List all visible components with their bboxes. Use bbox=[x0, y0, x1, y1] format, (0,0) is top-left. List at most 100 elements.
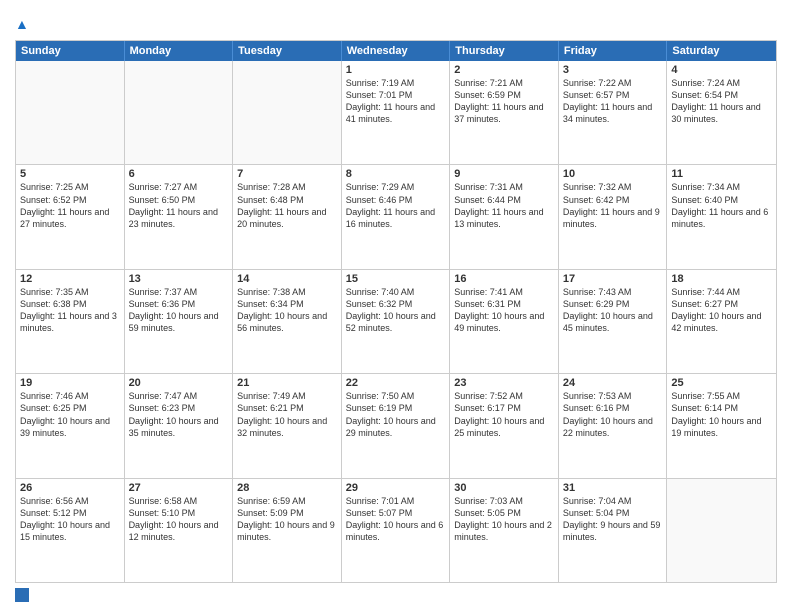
calendar-week-5: 26Sunrise: 6:56 AMSunset: 5:12 PMDayligh… bbox=[16, 479, 776, 582]
cell-info: Sunrise: 7:19 AMSunset: 7:01 PMDaylight:… bbox=[346, 77, 446, 126]
day-number: 10 bbox=[563, 168, 663, 180]
calendar-cell: 10Sunrise: 7:32 AMSunset: 6:42 PMDayligh… bbox=[559, 165, 668, 268]
cell-info: Sunrise: 7:55 AMSunset: 6:14 PMDaylight:… bbox=[671, 390, 772, 439]
cell-info: Sunrise: 7:04 AMSunset: 5:04 PMDaylight:… bbox=[563, 495, 663, 544]
cell-info: Sunrise: 6:56 AMSunset: 5:12 PMDaylight:… bbox=[20, 495, 120, 544]
logo-triangle-icon: ▲ bbox=[15, 16, 29, 32]
day-number: 22 bbox=[346, 377, 446, 389]
calendar-cell: 15Sunrise: 7:40 AMSunset: 6:32 PMDayligh… bbox=[342, 270, 451, 373]
cell-info: Sunrise: 7:28 AMSunset: 6:48 PMDaylight:… bbox=[237, 181, 337, 230]
day-number: 15 bbox=[346, 273, 446, 285]
calendar-cell: 23Sunrise: 7:52 AMSunset: 6:17 PMDayligh… bbox=[450, 374, 559, 477]
cell-info: Sunrise: 7:25 AMSunset: 6:52 PMDaylight:… bbox=[20, 181, 120, 230]
day-header-tuesday: Tuesday bbox=[233, 41, 342, 61]
day-number: 26 bbox=[20, 482, 120, 494]
cell-info: Sunrise: 7:35 AMSunset: 6:38 PMDaylight:… bbox=[20, 286, 120, 335]
cell-info: Sunrise: 7:32 AMSunset: 6:42 PMDaylight:… bbox=[563, 181, 663, 230]
cell-info: Sunrise: 7:24 AMSunset: 6:54 PMDaylight:… bbox=[671, 77, 772, 126]
day-number: 19 bbox=[20, 377, 120, 389]
cell-info: Sunrise: 7:31 AMSunset: 6:44 PMDaylight:… bbox=[454, 181, 554, 230]
calendar-cell: 30Sunrise: 7:03 AMSunset: 5:05 PMDayligh… bbox=[450, 479, 559, 582]
day-number: 30 bbox=[454, 482, 554, 494]
cell-info: Sunrise: 7:47 AMSunset: 6:23 PMDaylight:… bbox=[129, 390, 229, 439]
cell-info: Sunrise: 7:38 AMSunset: 6:34 PMDaylight:… bbox=[237, 286, 337, 335]
day-header-wednesday: Wednesday bbox=[342, 41, 451, 61]
day-number: 23 bbox=[454, 377, 554, 389]
day-number: 8 bbox=[346, 168, 446, 180]
cell-info: Sunrise: 6:58 AMSunset: 5:10 PMDaylight:… bbox=[129, 495, 229, 544]
cell-info: Sunrise: 7:43 AMSunset: 6:29 PMDaylight:… bbox=[563, 286, 663, 335]
day-number: 16 bbox=[454, 273, 554, 285]
calendar-cell: 13Sunrise: 7:37 AMSunset: 6:36 PMDayligh… bbox=[125, 270, 234, 373]
calendar-cell: 21Sunrise: 7:49 AMSunset: 6:21 PMDayligh… bbox=[233, 374, 342, 477]
header: ▲ bbox=[15, 10, 777, 34]
day-number: 21 bbox=[237, 377, 337, 389]
calendar-cell bbox=[667, 479, 776, 582]
calendar-cell: 6Sunrise: 7:27 AMSunset: 6:50 PMDaylight… bbox=[125, 165, 234, 268]
calendar-body: 1Sunrise: 7:19 AMSunset: 7:01 PMDaylight… bbox=[16, 61, 776, 582]
calendar-cell: 31Sunrise: 7:04 AMSunset: 5:04 PMDayligh… bbox=[559, 479, 668, 582]
cell-info: Sunrise: 7:40 AMSunset: 6:32 PMDaylight:… bbox=[346, 286, 446, 335]
cell-info: Sunrise: 7:50 AMSunset: 6:19 PMDaylight:… bbox=[346, 390, 446, 439]
cell-info: Sunrise: 7:37 AMSunset: 6:36 PMDaylight:… bbox=[129, 286, 229, 335]
day-number: 3 bbox=[563, 64, 663, 76]
day-number: 4 bbox=[671, 64, 772, 76]
day-number: 6 bbox=[129, 168, 229, 180]
day-number: 11 bbox=[671, 168, 772, 180]
day-number: 24 bbox=[563, 377, 663, 389]
cell-info: Sunrise: 7:03 AMSunset: 5:05 PMDaylight:… bbox=[454, 495, 554, 544]
cell-info: Sunrise: 7:53 AMSunset: 6:16 PMDaylight:… bbox=[563, 390, 663, 439]
day-number: 12 bbox=[20, 273, 120, 285]
day-header-monday: Monday bbox=[125, 41, 234, 61]
day-number: 1 bbox=[346, 64, 446, 76]
day-header-saturday: Saturday bbox=[667, 41, 776, 61]
day-number: 28 bbox=[237, 482, 337, 494]
day-number: 9 bbox=[454, 168, 554, 180]
calendar-cell: 11Sunrise: 7:34 AMSunset: 6:40 PMDayligh… bbox=[667, 165, 776, 268]
cell-info: Sunrise: 7:22 AMSunset: 6:57 PMDaylight:… bbox=[563, 77, 663, 126]
cell-info: Sunrise: 7:21 AMSunset: 6:59 PMDaylight:… bbox=[454, 77, 554, 126]
calendar-cell: 16Sunrise: 7:41 AMSunset: 6:31 PMDayligh… bbox=[450, 270, 559, 373]
calendar-week-2: 5Sunrise: 7:25 AMSunset: 6:52 PMDaylight… bbox=[16, 165, 776, 269]
calendar-cell: 25Sunrise: 7:55 AMSunset: 6:14 PMDayligh… bbox=[667, 374, 776, 477]
cell-info: Sunrise: 7:46 AMSunset: 6:25 PMDaylight:… bbox=[20, 390, 120, 439]
calendar-cell: 8Sunrise: 7:29 AMSunset: 6:46 PMDaylight… bbox=[342, 165, 451, 268]
day-number: 29 bbox=[346, 482, 446, 494]
calendar-cell: 26Sunrise: 6:56 AMSunset: 5:12 PMDayligh… bbox=[16, 479, 125, 582]
cell-info: Sunrise: 7:27 AMSunset: 6:50 PMDaylight:… bbox=[129, 181, 229, 230]
cell-info: Sunrise: 7:41 AMSunset: 6:31 PMDaylight:… bbox=[454, 286, 554, 335]
calendar-cell: 29Sunrise: 7:01 AMSunset: 5:07 PMDayligh… bbox=[342, 479, 451, 582]
page: ▲ SundayMondayTuesdayWednesdayThursdayFr… bbox=[0, 0, 792, 612]
footer bbox=[15, 588, 777, 602]
calendar-cell: 5Sunrise: 7:25 AMSunset: 6:52 PMDaylight… bbox=[16, 165, 125, 268]
cell-info: Sunrise: 7:44 AMSunset: 6:27 PMDaylight:… bbox=[671, 286, 772, 335]
calendar-cell: 12Sunrise: 7:35 AMSunset: 6:38 PMDayligh… bbox=[16, 270, 125, 373]
calendar-header: SundayMondayTuesdayWednesdayThursdayFrid… bbox=[16, 41, 776, 61]
day-number: 20 bbox=[129, 377, 229, 389]
calendar-week-4: 19Sunrise: 7:46 AMSunset: 6:25 PMDayligh… bbox=[16, 374, 776, 478]
calendar-cell bbox=[125, 61, 234, 164]
calendar-cell: 2Sunrise: 7:21 AMSunset: 6:59 PMDaylight… bbox=[450, 61, 559, 164]
cell-info: Sunrise: 7:29 AMSunset: 6:46 PMDaylight:… bbox=[346, 181, 446, 230]
day-header-sunday: Sunday bbox=[16, 41, 125, 61]
day-number: 31 bbox=[563, 482, 663, 494]
calendar-cell: 20Sunrise: 7:47 AMSunset: 6:23 PMDayligh… bbox=[125, 374, 234, 477]
day-number: 18 bbox=[671, 273, 772, 285]
calendar-cell: 24Sunrise: 7:53 AMSunset: 6:16 PMDayligh… bbox=[559, 374, 668, 477]
calendar-cell: 9Sunrise: 7:31 AMSunset: 6:44 PMDaylight… bbox=[450, 165, 559, 268]
day-number: 27 bbox=[129, 482, 229, 494]
cell-info: Sunrise: 6:59 AMSunset: 5:09 PMDaylight:… bbox=[237, 495, 337, 544]
calendar-cell: 4Sunrise: 7:24 AMSunset: 6:54 PMDaylight… bbox=[667, 61, 776, 164]
day-number: 14 bbox=[237, 273, 337, 285]
calendar-cell: 19Sunrise: 7:46 AMSunset: 6:25 PMDayligh… bbox=[16, 374, 125, 477]
cell-info: Sunrise: 7:34 AMSunset: 6:40 PMDaylight:… bbox=[671, 181, 772, 230]
calendar-cell: 1Sunrise: 7:19 AMSunset: 7:01 PMDaylight… bbox=[342, 61, 451, 164]
calendar: SundayMondayTuesdayWednesdayThursdayFrid… bbox=[15, 40, 777, 583]
day-number: 5 bbox=[20, 168, 120, 180]
calendar-cell: 7Sunrise: 7:28 AMSunset: 6:48 PMDaylight… bbox=[233, 165, 342, 268]
calendar-cell: 17Sunrise: 7:43 AMSunset: 6:29 PMDayligh… bbox=[559, 270, 668, 373]
legend-color-box bbox=[15, 588, 29, 602]
day-number: 7 bbox=[237, 168, 337, 180]
calendar-cell: 27Sunrise: 6:58 AMSunset: 5:10 PMDayligh… bbox=[125, 479, 234, 582]
calendar-cell: 28Sunrise: 6:59 AMSunset: 5:09 PMDayligh… bbox=[233, 479, 342, 582]
